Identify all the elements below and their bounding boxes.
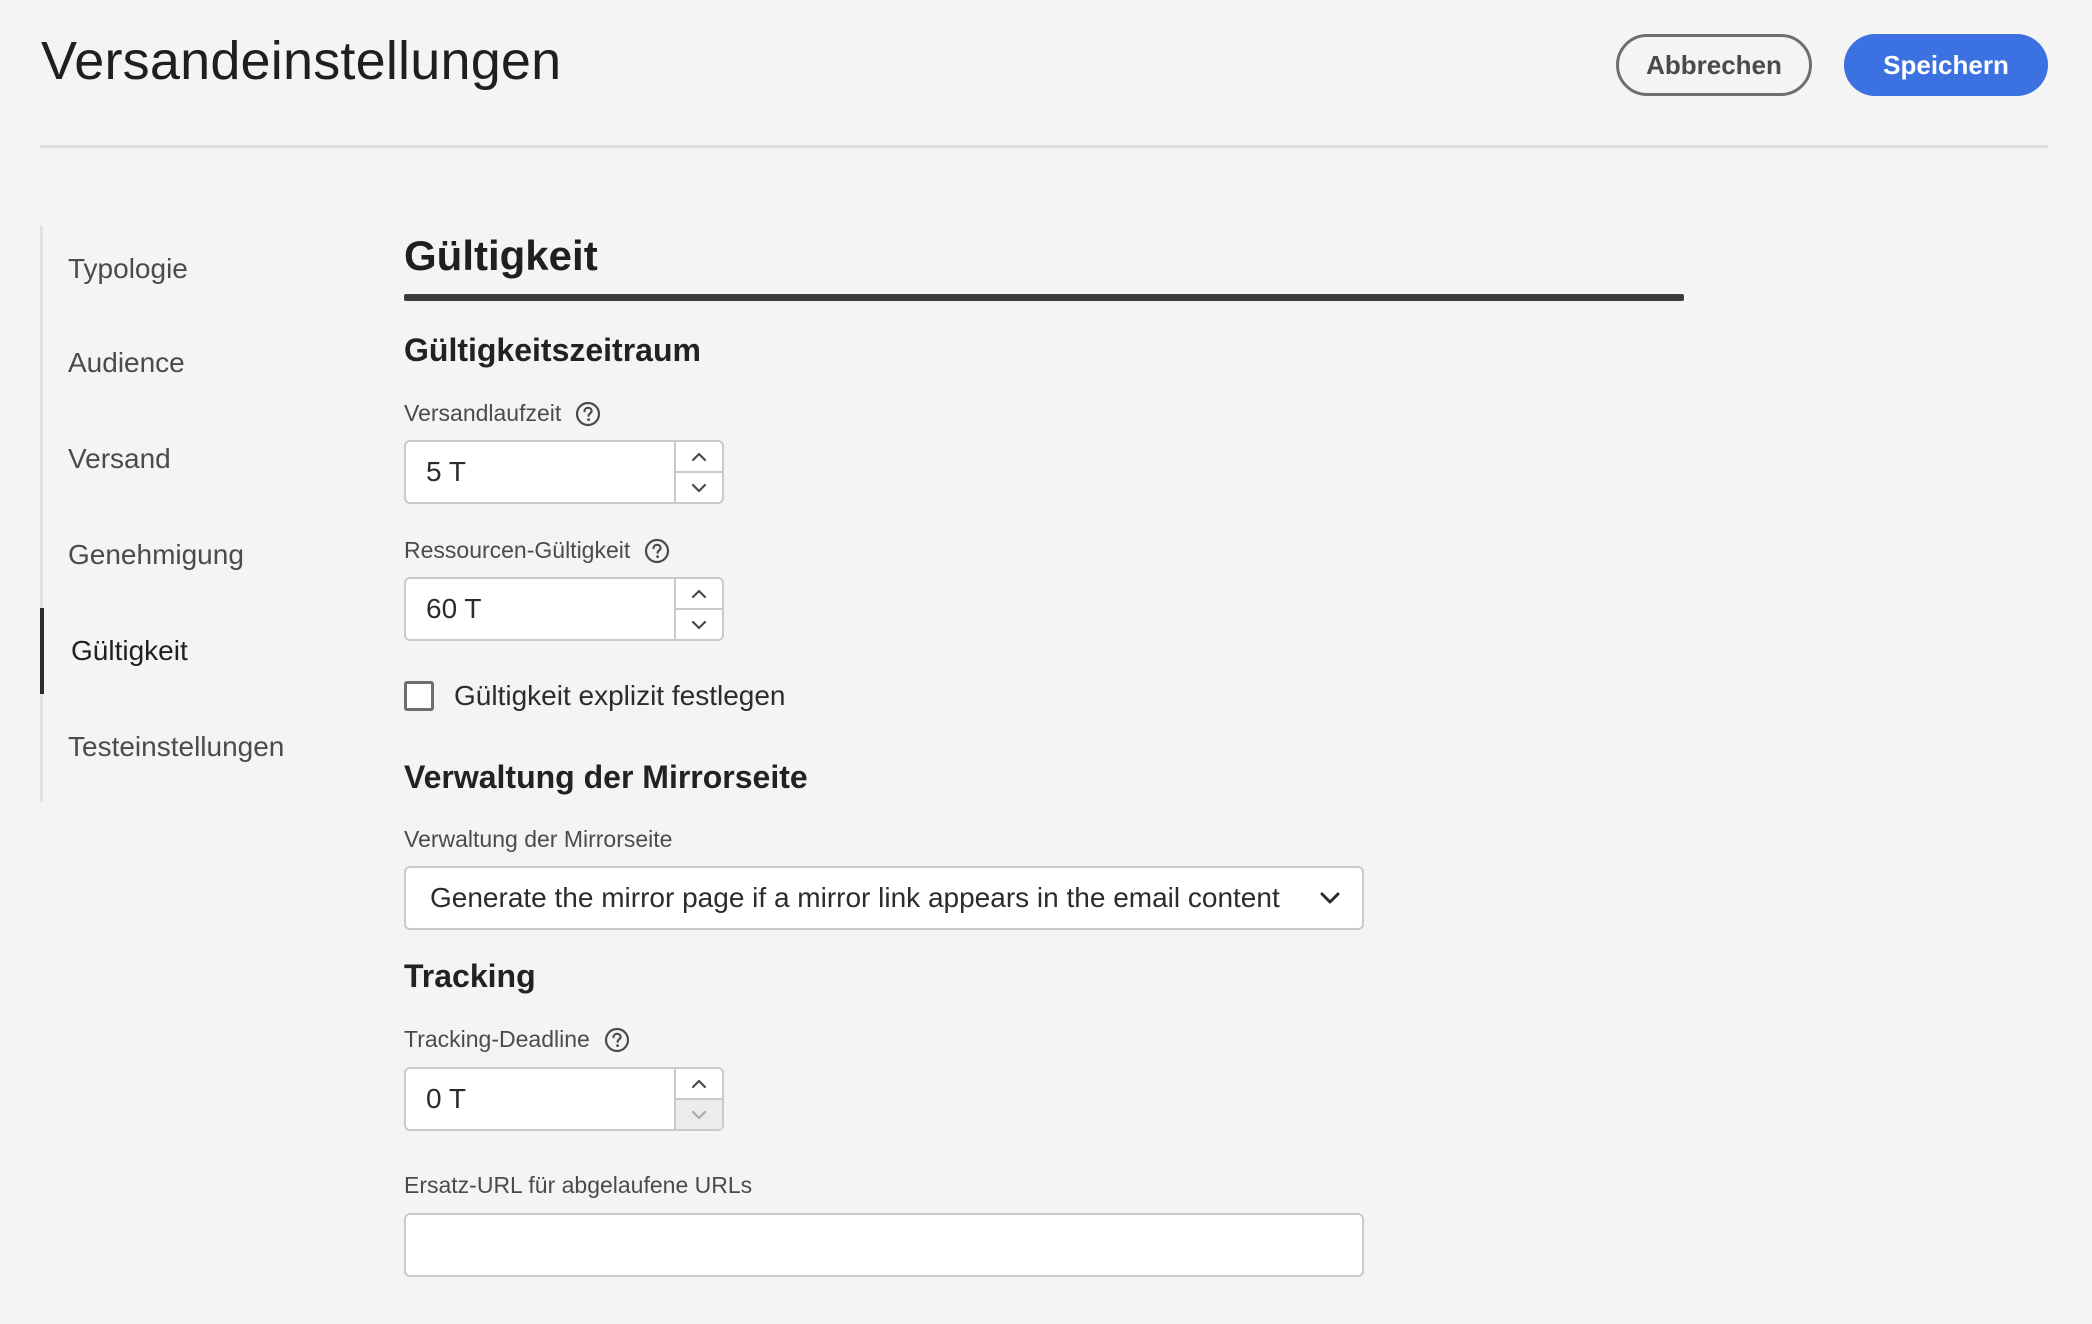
chevron-down-icon: [691, 620, 707, 629]
resource-validity-input[interactable]: 60 T: [406, 579, 676, 639]
section-underline: [404, 294, 1684, 301]
sidebar-item-gueltigkeit[interactable]: Gültigkeit: [40, 608, 300, 694]
explicit-validity-checkbox[interactable]: [404, 681, 434, 711]
increment-button[interactable]: [676, 1069, 722, 1100]
replacement-url-label-row: Ersatz-URL für abgelaufene URLs: [404, 1172, 752, 1199]
chevron-down-icon: [691, 1110, 707, 1119]
increment-button[interactable]: [676, 579, 722, 610]
increment-button[interactable]: [676, 442, 722, 473]
decrement-button[interactable]: [676, 610, 722, 639]
replacement-url-label: Ersatz-URL für abgelaufene URLs: [404, 1172, 753, 1198]
header-divider: [40, 145, 2048, 148]
tracking-deadline-stepper: 0 T: [404, 1067, 724, 1131]
tracking-deadline-label-row: Tracking-Deadline: [404, 1026, 630, 1053]
mirror-label-row: Verwaltung der Mirrorseite: [404, 826, 672, 853]
mirror-label: Verwaltung der Mirrorseite: [404, 826, 673, 852]
sidebar-nav: Typologie Audience Versand Genehmigung G…: [40, 226, 303, 802]
sidebar-item-testeinstellungen[interactable]: Testeinstellungen: [40, 704, 300, 790]
delivery-duration-input[interactable]: 5 T: [406, 442, 676, 502]
sidebar-item-audience[interactable]: Audience: [40, 320, 300, 406]
help-icon[interactable]: [644, 538, 670, 564]
explicit-validity-row: Gültigkeit explizit festlegen: [404, 680, 786, 712]
section-title: Gültigkeit: [404, 232, 598, 279]
delivery-duration-stepper: 5 T: [404, 440, 724, 504]
mirror-page-dropdown[interactable]: Generate the mirror page if a mirror lin…: [404, 866, 1364, 930]
chevron-up-icon: [691, 1079, 707, 1088]
dropdown-chevron-icon: [1320, 892, 1340, 904]
tracking-heading: Tracking: [404, 958, 536, 994]
resource-validity-label: Ressourcen-Gültigkeit: [404, 537, 631, 563]
cancel-button[interactable]: Abbrechen: [1616, 34, 1812, 96]
resource-validity-stepper: 60 T: [404, 577, 724, 641]
chevron-up-icon: [691, 452, 707, 461]
decrement-button[interactable]: [676, 1100, 722, 1129]
tracking-deadline-input[interactable]: 0 T: [406, 1069, 676, 1129]
explicit-validity-label[interactable]: Gültigkeit explizit festlegen: [454, 680, 786, 712]
chevron-down-icon: [691, 483, 707, 492]
resource-validity-label-row: Ressourcen-Gültigkeit: [404, 537, 670, 564]
sidebar-item-genehmigung[interactable]: Genehmigung: [40, 512, 300, 598]
help-icon[interactable]: [575, 401, 601, 427]
decrement-button[interactable]: [676, 473, 722, 502]
mirror-page-selected: Generate the mirror page if a mirror lin…: [430, 882, 1280, 913]
save-button[interactable]: Speichern: [1844, 34, 2048, 96]
delivery-duration-label-row: Versandlaufzeit: [404, 400, 601, 427]
sidebar-item-versand[interactable]: Versand: [40, 416, 300, 502]
tracking-deadline-label: Tracking-Deadline: [404, 1026, 590, 1052]
chevron-up-icon: [691, 589, 707, 598]
delivery-duration-label: Versandlaufzeit: [404, 400, 562, 426]
sidebar-item-typologie[interactable]: Typologie: [40, 226, 300, 312]
replacement-url-input[interactable]: [404, 1213, 1364, 1277]
page-title: Versandeinstellungen: [41, 31, 562, 91]
mirror-heading: Verwaltung der Mirrorseite: [404, 759, 808, 795]
validity-period-heading: Gültigkeitszeitraum: [404, 332, 701, 368]
settings-page: Versandeinstellungen Abbrechen Speichern…: [0, 0, 2092, 1324]
help-icon[interactable]: [604, 1027, 630, 1053]
